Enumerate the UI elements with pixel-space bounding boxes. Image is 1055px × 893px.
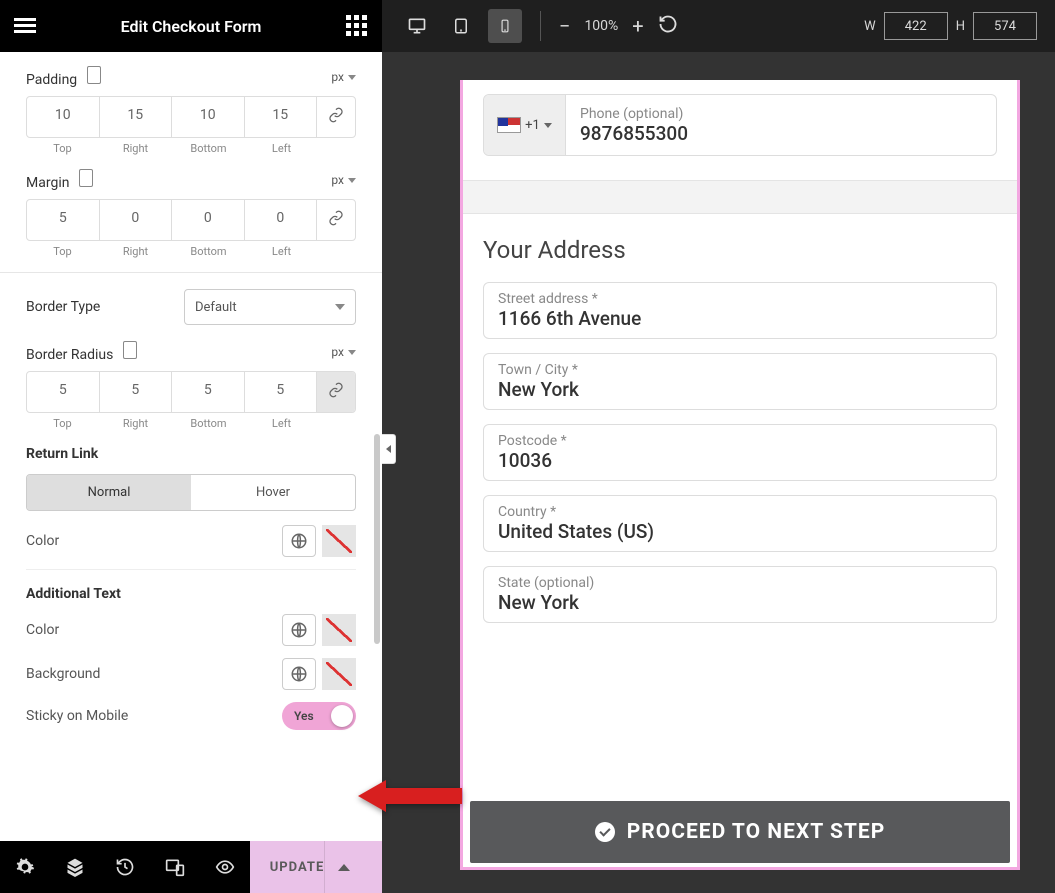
street-field[interactable]: Street address * 1166 6th Avenue	[483, 282, 997, 339]
sidebar-title: Edit Checkout Form	[36, 17, 346, 36]
margin-link-toggle[interactable]	[317, 200, 355, 240]
sticky-mobile-toggle[interactable]: Yes	[282, 702, 356, 730]
tablet-device-icon[interactable]	[444, 9, 478, 43]
apps-icon[interactable]	[346, 15, 368, 37]
phone-field[interactable]: +1 Phone (optional) 9876855300	[483, 94, 997, 156]
zoom-in-button[interactable]: +	[632, 14, 643, 38]
chevron-down-icon	[544, 123, 552, 128]
border-radius-inputs: 5 5 5 5	[26, 371, 356, 413]
global-color-icon[interactable]	[282, 525, 316, 557]
radius-right[interactable]: 5	[100, 372, 173, 412]
state-field[interactable]: State (optional) New York	[483, 566, 997, 623]
margin-label: Margin	[26, 175, 69, 191]
additional-text-heading: Additional Text	[26, 586, 356, 602]
scrollbar[interactable]	[372, 52, 382, 841]
at-color-label: Color	[26, 622, 59, 638]
menu-icon[interactable]	[14, 15, 36, 37]
preview-canvas: +1 Phone (optional) 9876855300 Your Addr…	[382, 52, 1055, 893]
desktop-device-icon[interactable]	[400, 9, 434, 43]
phone-label: Phone (optional)	[580, 106, 982, 122]
sticky-label: Sticky on Mobile	[26, 708, 128, 724]
mobile-preview-frame: +1 Phone (optional) 9876855300 Your Addr…	[460, 80, 1020, 870]
update-button[interactable]: UPDATE	[250, 841, 382, 893]
sidebar-body: Padding px 10 15 10 15 TopRightBottomLef…	[0, 52, 382, 841]
padding-top[interactable]: 10	[27, 97, 100, 137]
border-radius-label: Border Radius	[26, 347, 113, 363]
annotation-arrow	[358, 774, 468, 832]
padding-unit[interactable]: px	[331, 70, 356, 84]
preview-icon[interactable]	[200, 841, 250, 893]
border-type-select[interactable]: Default	[184, 289, 356, 325]
city-field[interactable]: Town / City * New York	[483, 353, 997, 410]
check-circle-icon	[595, 822, 615, 842]
state-tabs: Normal Hover	[26, 474, 356, 511]
radius-bottom[interactable]: 5	[172, 372, 245, 412]
padding-left[interactable]: 15	[245, 97, 318, 137]
padding-link-toggle[interactable]	[317, 97, 355, 137]
tab-hover[interactable]: Hover	[191, 475, 355, 510]
at-bg-label: Background	[26, 666, 100, 682]
return-link-heading: Return Link	[26, 446, 356, 462]
color-swatch[interactable]	[322, 525, 356, 557]
zoom-out-button[interactable]: −	[559, 14, 570, 38]
color-label: Color	[26, 533, 59, 549]
mobile-device-icon[interactable]	[488, 9, 522, 43]
radius-link-toggle[interactable]	[317, 372, 355, 412]
country-field[interactable]: Country * United States (US)	[483, 495, 997, 552]
padding-label: Padding	[26, 72, 77, 88]
margin-bottom[interactable]: 0	[172, 200, 245, 240]
proceed-button[interactable]: PROCEED TO NEXT STEP	[470, 801, 1010, 863]
phone-value: 9876855300	[580, 122, 982, 145]
margin-unit[interactable]: px	[331, 173, 356, 187]
update-options-icon[interactable]	[324, 841, 362, 893]
radius-top[interactable]: 5	[27, 372, 100, 412]
device-icon[interactable]	[87, 66, 101, 84]
history-icon[interactable]	[100, 841, 150, 893]
height-label: H	[956, 19, 965, 34]
border-radius-unit[interactable]: px	[331, 345, 356, 359]
radius-left[interactable]: 5	[245, 372, 318, 412]
border-type-label: Border Type	[26, 299, 100, 315]
margin-left[interactable]: 0	[245, 200, 318, 240]
sidebar-header: Edit Checkout Form	[0, 0, 382, 52]
color-swatch[interactable]	[322, 614, 356, 646]
settings-icon[interactable]	[0, 841, 50, 893]
global-color-icon[interactable]	[282, 614, 316, 646]
postcode-field[interactable]: Postcode * 10036	[483, 424, 997, 481]
padding-inputs: 10 15 10 15	[26, 96, 356, 138]
address-heading: Your Address	[483, 236, 997, 264]
margin-right[interactable]: 0	[100, 200, 173, 240]
padding-bottom[interactable]: 10	[172, 97, 245, 137]
width-input[interactable]	[884, 12, 948, 40]
collapse-sidebar-handle[interactable]	[382, 434, 396, 464]
margin-inputs: 5 0 0 0	[26, 199, 356, 241]
global-color-icon[interactable]	[282, 658, 316, 690]
zoom-level: 100%	[584, 18, 618, 34]
device-icon[interactable]	[79, 169, 93, 187]
color-swatch[interactable]	[322, 658, 356, 690]
reset-zoom-icon[interactable]	[658, 14, 678, 38]
section-divider	[463, 180, 1017, 214]
height-input[interactable]	[973, 12, 1037, 40]
flag-icon	[497, 117, 521, 133]
margin-top[interactable]: 5	[27, 200, 100, 240]
padding-right[interactable]: 15	[100, 97, 173, 137]
tab-normal[interactable]: Normal	[27, 475, 191, 510]
sidebar-footer: UPDATE	[0, 841, 382, 893]
editor-sidebar: Edit Checkout Form Padding px 10 15 10 1…	[0, 0, 382, 893]
navigator-icon[interactable]	[50, 841, 100, 893]
responsive-icon[interactable]	[150, 841, 200, 893]
preview-toolbar: − 100% + W H	[382, 0, 1055, 52]
width-label: W	[864, 19, 876, 34]
country-code-select[interactable]: +1	[484, 95, 566, 155]
device-icon[interactable]	[123, 341, 137, 359]
